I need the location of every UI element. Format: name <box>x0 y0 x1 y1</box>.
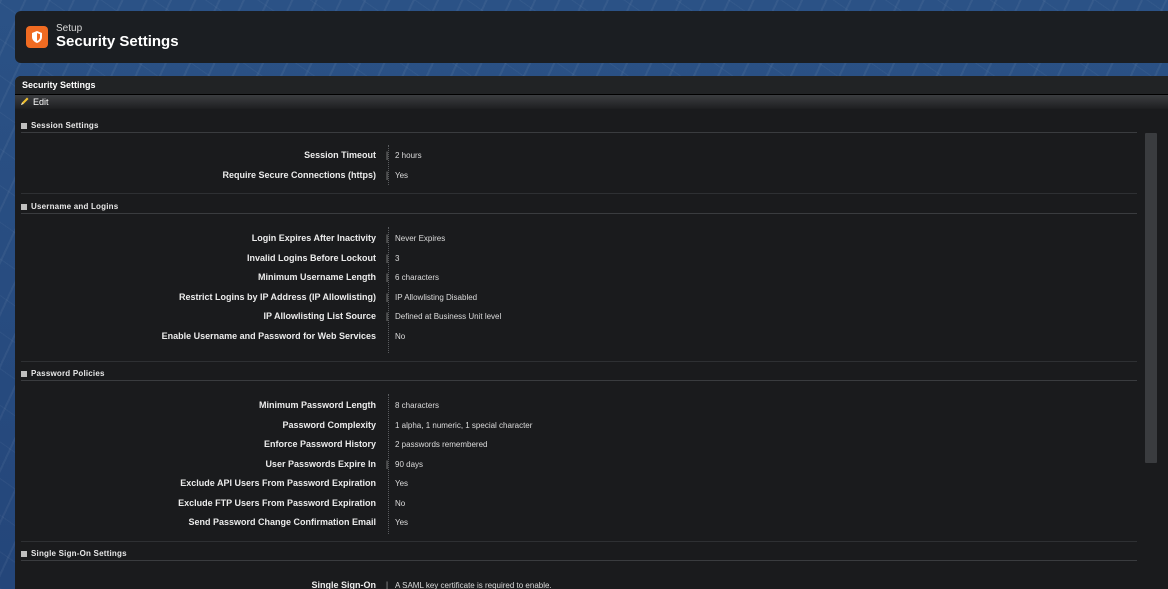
edit-button[interactable]: Edit <box>20 96 49 108</box>
setting-row: Single Sign-On | A SAML key certificate … <box>15 577 1143 589</box>
setting-row: Minimum Username Length | 6 characters <box>15 269 1143 285</box>
setting-value: 3 <box>395 253 400 263</box>
setting-label: Single Sign-On <box>311 580 377 589</box>
setting-label: Invalid Logins Before Lockout <box>246 253 376 263</box>
section-divider <box>21 361 1137 362</box>
pencil-icon <box>20 96 30 108</box>
setting-label: Send Password Change Confirmation Email <box>188 517 376 527</box>
setting-row: Enforce Password History 2 passwords rem… <box>15 436 1143 452</box>
setting-row: Password Complexity 1 alpha, 1 numeric, … <box>15 417 1143 433</box>
settings-content: Session Settings Session Timeout | 2 hou… <box>15 109 1143 589</box>
setting-label: Require Secure Connections (https) <box>222 170 376 180</box>
separator: | <box>385 580 389 589</box>
section-title: Username and Logins <box>31 202 119 211</box>
setting-value: No <box>395 331 406 341</box>
setting-label: IP Allowlisting List Source <box>263 311 376 321</box>
setting-label: Login Expires After Inactivity <box>251 233 376 243</box>
page-title: Security Settings <box>56 33 179 51</box>
setup-header: Setup Security Settings <box>15 11 1168 63</box>
setting-row: Exclude API Users From Password Expirati… <box>15 475 1143 491</box>
setting-value: 2 hours <box>395 150 422 160</box>
setting-row: Exclude FTP Users From Password Expirati… <box>15 495 1143 511</box>
setting-row: Minimum Password Length 8 characters <box>15 397 1143 413</box>
section-header-username[interactable]: Username and Logins <box>21 200 1137 214</box>
section-header-session[interactable]: Session Settings <box>21 119 1137 133</box>
setting-label: Exclude FTP Users From Password Expirati… <box>178 498 376 508</box>
setting-label: Restrict Logins by IP Address (IP Allowl… <box>178 292 376 302</box>
section-title: Password Policies <box>31 369 105 378</box>
separator: | <box>385 459 389 469</box>
setting-label: User Passwords Expire In <box>265 459 376 469</box>
section-header-password[interactable]: Password Policies <box>21 367 1137 381</box>
setting-value: Yes <box>395 478 409 488</box>
setting-value: No <box>395 498 406 508</box>
setting-row: Enable Username and Password for Web Ser… <box>15 328 1143 344</box>
collapse-icon <box>21 203 27 210</box>
section-header-sso[interactable]: Single Sign-On Settings <box>21 547 1137 561</box>
setting-row: Restrict Logins by IP Address (IP Allowl… <box>15 289 1143 305</box>
separator: | <box>385 272 389 282</box>
separator: | <box>385 311 389 321</box>
separator: | <box>385 233 389 243</box>
separator: | <box>385 170 389 180</box>
setting-value: Defined at Business Unit level <box>395 311 502 321</box>
setting-value: Yes <box>395 170 409 180</box>
setting-label: Minimum Password Length <box>258 400 376 410</box>
setting-value: 90 days <box>395 459 424 469</box>
collapse-icon <box>21 370 27 377</box>
setting-value: 6 characters <box>395 272 440 282</box>
section-divider <box>21 541 1137 542</box>
separator: | <box>385 150 389 160</box>
setting-label: Exclude API Users From Password Expirati… <box>180 478 376 488</box>
setting-row: User Passwords Expire In | 90 days <box>15 456 1143 472</box>
separator: | <box>385 253 389 263</box>
setting-row: Send Password Change Confirmation Email … <box>15 514 1143 530</box>
setting-label: Enable Username and Password for Web Ser… <box>161 331 376 341</box>
setting-value: Yes <box>395 517 409 527</box>
section-divider <box>21 193 1137 194</box>
setting-value: IP Allowlisting Disabled <box>395 292 478 302</box>
setting-row: Session Timeout | 2 hours <box>15 147 1143 163</box>
setting-value: Never Expires <box>395 233 446 243</box>
setting-row: Invalid Logins Before Lockout | 3 <box>15 250 1143 266</box>
setting-label: Minimum Username Length <box>257 272 376 282</box>
settings-panel: Security Settings Edit Session Settings … <box>15 76 1168 589</box>
setting-value: 8 characters <box>395 400 440 410</box>
setting-row: IP Allowlisting List Source | Defined at… <box>15 308 1143 324</box>
setting-value: A SAML key certificate is required to en… <box>395 580 552 589</box>
shield-icon <box>26 26 48 48</box>
collapse-icon <box>21 550 27 557</box>
edit-label: Edit <box>33 96 49 107</box>
setting-row: Require Secure Connections (https) | Yes <box>15 167 1143 183</box>
section-title: Session Settings <box>31 121 99 130</box>
setting-label: Session Timeout <box>304 150 376 160</box>
collapse-icon <box>21 122 27 129</box>
setting-label: Password Complexity <box>282 420 376 430</box>
setting-label: Enforce Password History <box>263 439 376 449</box>
setting-value: 1 alpha, 1 numeric, 1 special character <box>395 420 533 430</box>
panel-title: Security Settings <box>15 76 1168 94</box>
separator: | <box>385 292 389 302</box>
setting-value: 2 passwords remembered <box>395 439 488 449</box>
section-title: Single Sign-On Settings <box>31 549 127 558</box>
scrollbar-thumb[interactable] <box>1145 133 1157 463</box>
toolbar: Edit <box>15 94 1168 108</box>
setting-row: Login Expires After Inactivity | Never E… <box>15 230 1143 246</box>
